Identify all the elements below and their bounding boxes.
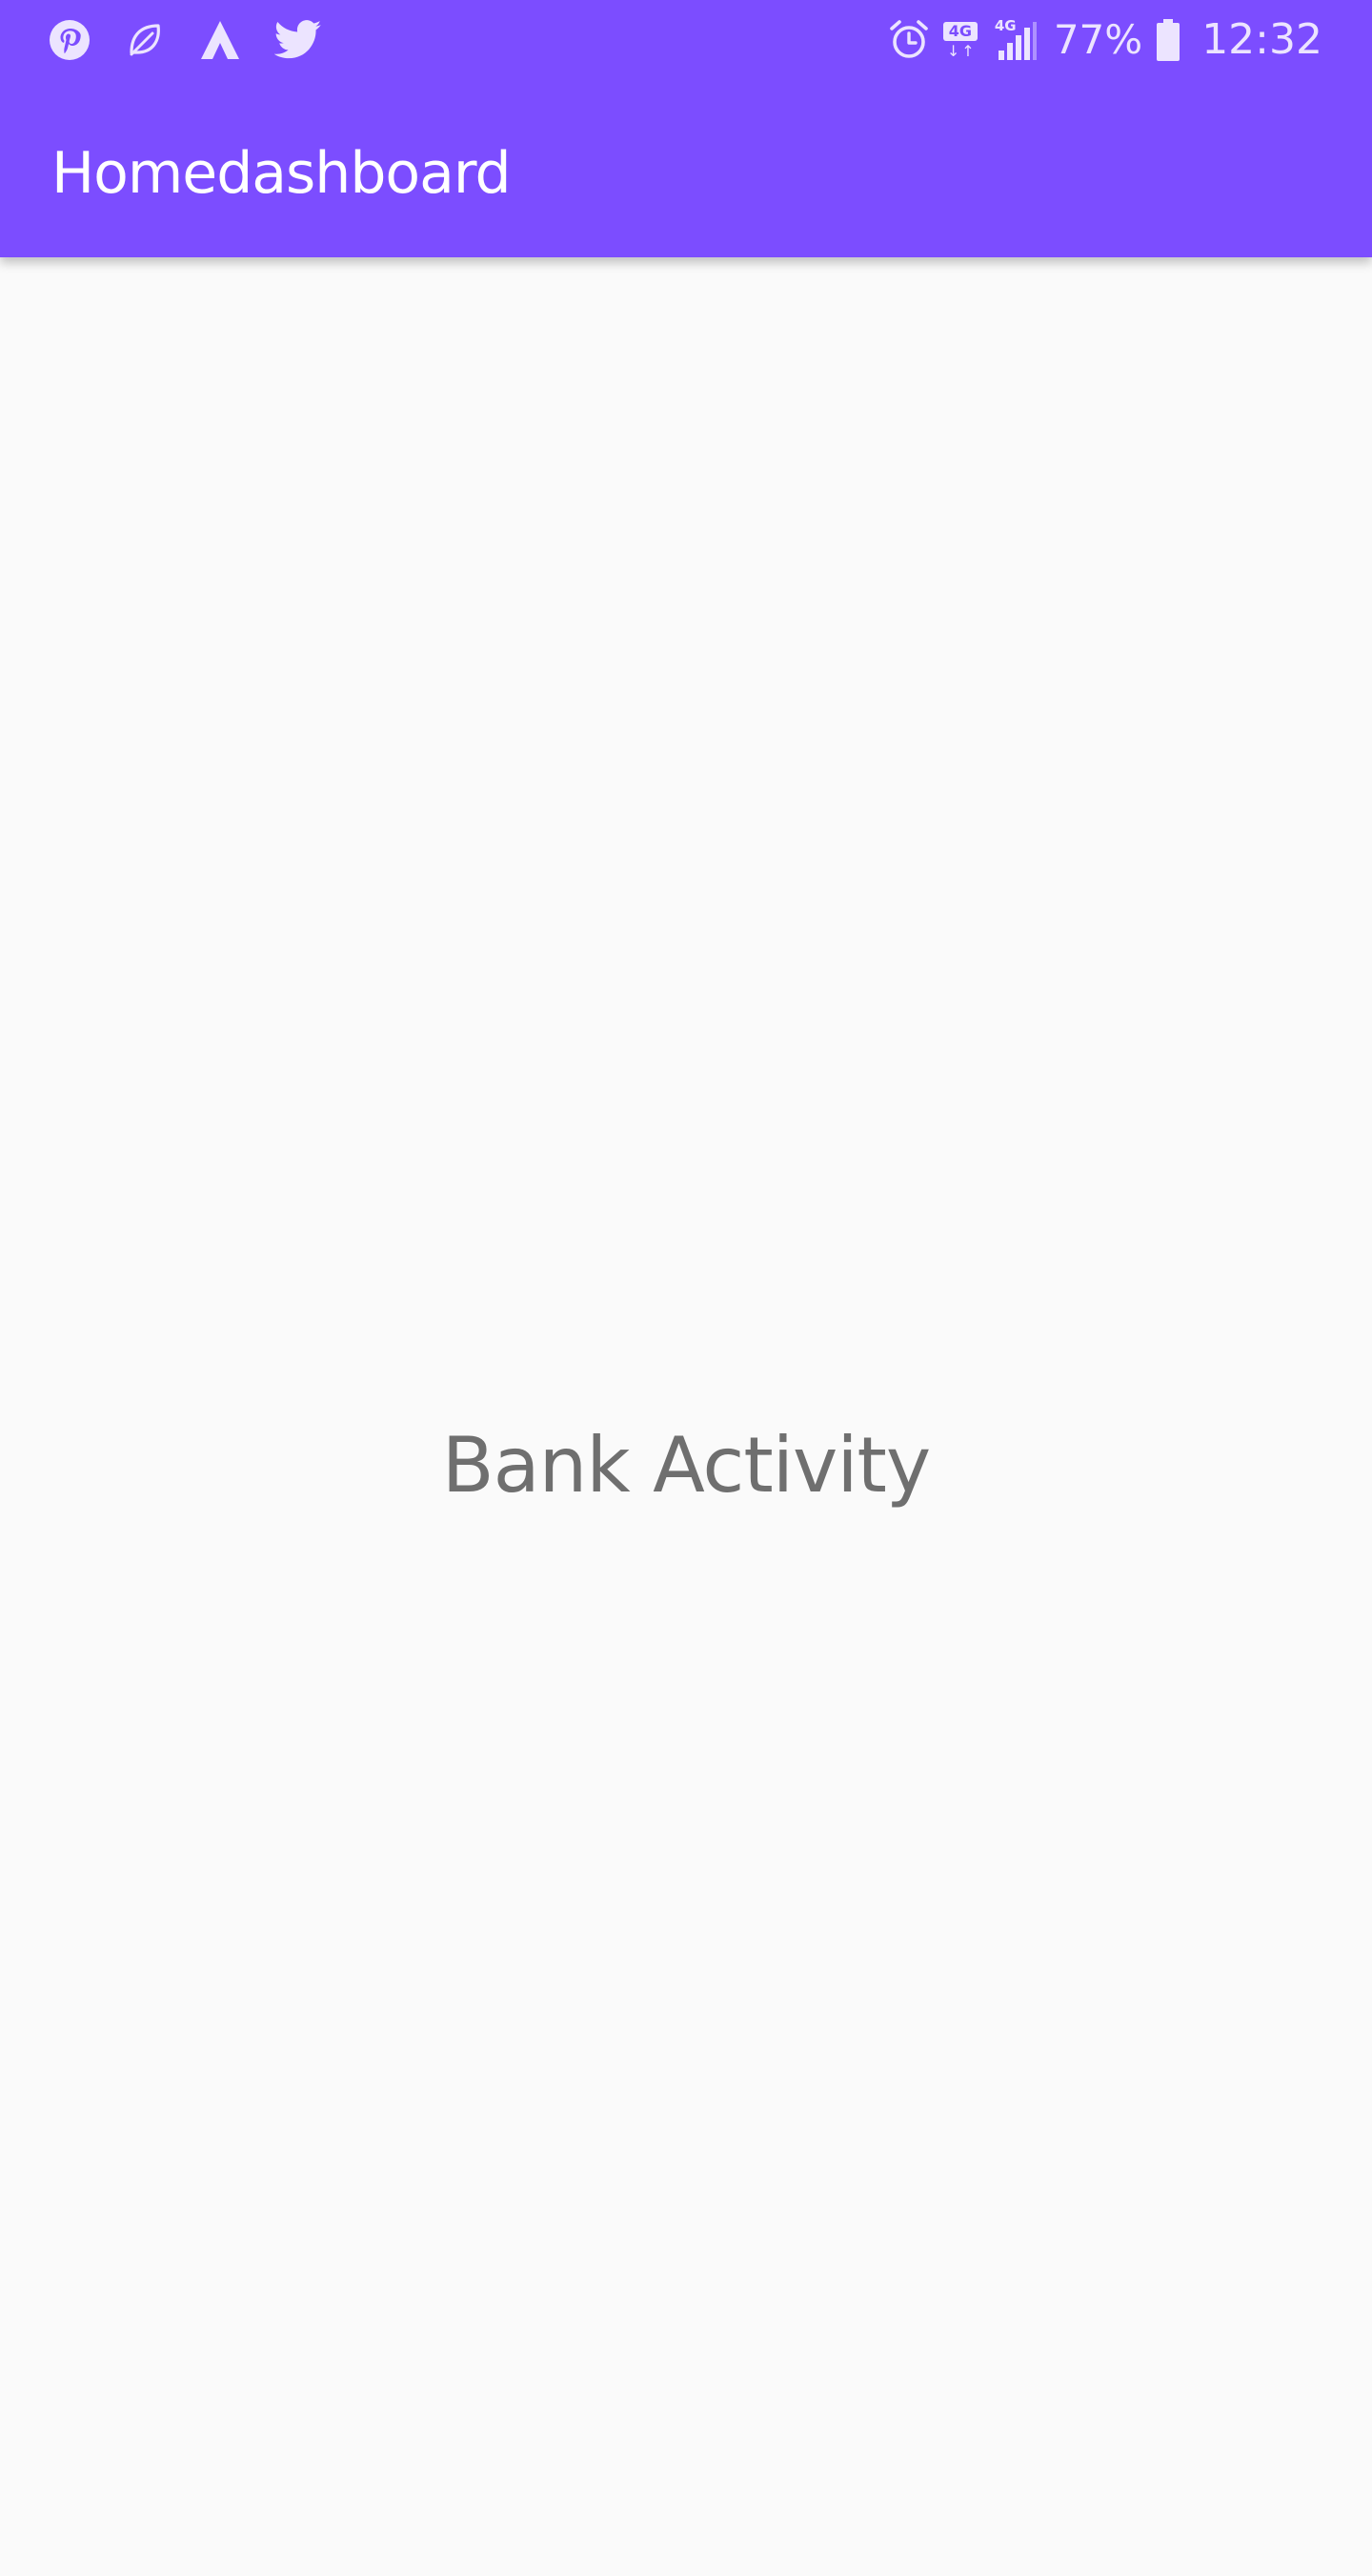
alarm-icon	[890, 20, 928, 58]
notification-icons	[48, 13, 322, 67]
clock-time: 12:32	[1201, 15, 1322, 64]
arrow-a-icon	[201, 21, 239, 59]
network-tag: 4G	[942, 22, 978, 41]
status-bar: 4G ↓↑ 4G 77% 12:32	[0, 0, 1372, 80]
leaf-icon	[130, 24, 160, 56]
data-arrows: ↓↑	[946, 42, 977, 60]
signal-4g-icon: 4G	[995, 18, 1040, 62]
twitter-icon	[274, 20, 322, 59]
page-title: Homedashboard	[51, 140, 512, 207]
screen: 4G ↓↑ 4G 77% 12:32 Homedashboard Bank Ac…	[0, 0, 1372, 2576]
pinterest-icon	[50, 20, 90, 60]
battery-icon	[1157, 19, 1180, 61]
main-content: Bank Activity	[0, 257, 1372, 2576]
system-status: 4G ↓↑ 4G 77% 12:32	[888, 11, 1322, 69]
network-4g-data-icon: 4G ↓↑	[942, 18, 981, 62]
bank-activity-label: Bank Activity	[441, 1421, 932, 1510]
battery-percent: 77%	[1053, 16, 1143, 63]
app-bar: 4G ↓↑ 4G 77% 12:32 Homedashboard	[0, 0, 1372, 257]
